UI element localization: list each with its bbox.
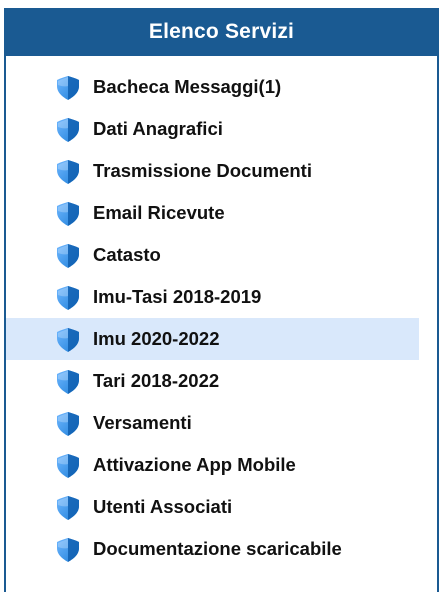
menu-item-label: Email Ricevute [93, 202, 225, 223]
blue-shield-icon [55, 412, 81, 436]
menu-item-documentazione-scaricabile[interactable]: Documentazione scaricabile [6, 528, 437, 570]
menu-item-label: Imu 2020-2022 [93, 328, 220, 349]
menu-item-label: Utenti Associati [93, 496, 233, 517]
menu-item-label: Attivazione App Mobile [93, 454, 296, 475]
menu-item-catasto[interactable]: Catasto [6, 234, 437, 276]
menu-item-email-ricevute[interactable]: Email Ricevute [6, 192, 437, 234]
menu-item-tari-2018-2022[interactable]: Tari 2018-2022 [6, 360, 437, 402]
menu-item-label: Catasto [93, 244, 161, 265]
blue-shield-icon [55, 202, 81, 226]
menu-item-trasmissione-documenti[interactable]: Trasmissione Documenti [6, 150, 437, 192]
panel-title: Elenco Servizi [6, 8, 437, 56]
menu-item-imu-tasi-2018-2019[interactable]: Imu-Tasi 2018-2019 [6, 276, 437, 318]
blue-shield-icon [55, 286, 81, 310]
menu-item-label: Tari 2018-2022 [93, 370, 220, 391]
menu-item-versamenti[interactable]: Versamenti [6, 402, 437, 444]
blue-shield-icon [55, 244, 81, 268]
menu-item-label: Imu-Tasi 2018-2019 [93, 286, 262, 307]
menu-item-label: Documentazione scaricabile [93, 538, 342, 559]
menu-item-utenti-associati[interactable]: Utenti Associati [6, 486, 437, 528]
blue-shield-icon [55, 496, 81, 520]
blue-shield-icon [55, 160, 81, 184]
menu-item-label: Bacheca Messaggi(1) [93, 76, 282, 97]
menu-item-label: Versamenti [93, 412, 192, 433]
blue-shield-icon [55, 328, 81, 352]
menu-item-imu-2020-2022[interactable]: Imu 2020-2022 [6, 318, 419, 360]
menu-item-attivazione-app-mobile[interactable]: Attivazione App Mobile [6, 444, 437, 486]
blue-shield-icon [55, 370, 81, 394]
menu-item-label: Dati Anagrafici [93, 118, 223, 139]
menu-item-dati-anagrafici[interactable]: Dati Anagrafici [6, 108, 437, 150]
services-panel: Elenco Servizi Bacheca Messaggi(1) Dati … [4, 8, 439, 592]
menu-item-bacheca-messaggi[interactable]: Bacheca Messaggi(1) [6, 66, 437, 108]
blue-shield-icon [55, 538, 81, 562]
blue-shield-icon [55, 76, 81, 100]
blue-shield-icon [55, 118, 81, 142]
menu-item-label: Trasmissione Documenti [93, 160, 312, 181]
services-menu: Bacheca Messaggi(1) Dati Anagrafici Tras… [6, 66, 437, 570]
blue-shield-icon [55, 454, 81, 478]
